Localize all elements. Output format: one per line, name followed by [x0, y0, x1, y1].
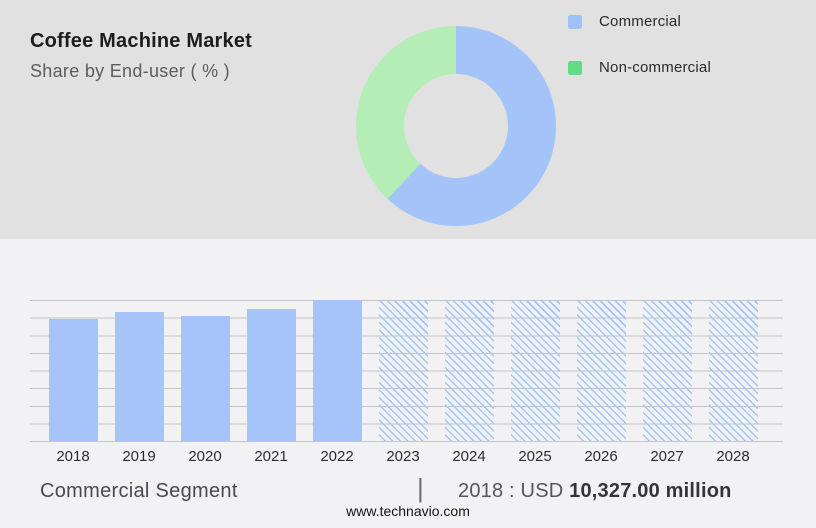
bar-slot [106, 300, 172, 441]
donut-chart [356, 26, 556, 226]
legend-label: Non-commercial [599, 59, 711, 76]
legend-swatch-non-commercial [568, 60, 582, 75]
legend-swatch-commercial [568, 14, 582, 29]
x-axis-label-2019: 2019 [122, 448, 156, 465]
page-title: Coffee Machine Market [30, 30, 253, 52]
bar-2023-forecast [378, 300, 428, 441]
caption-separator: | [417, 473, 424, 503]
bar-slot [634, 300, 700, 441]
x-axis-labels: 2018 2019 2020 2021 2022 2023 2024 2025 2026 2027… [40, 448, 766, 465]
x-axis-label-2022: 2022 [320, 448, 354, 465]
x-axis-label-2018: 2018 [56, 448, 90, 465]
bar-slot [568, 300, 634, 441]
x-axis-label-2028: 2028 [716, 448, 750, 465]
bar-2028-forecast [708, 300, 758, 441]
bar-slot [172, 300, 238, 441]
bar-2026-forecast [576, 300, 626, 441]
page-subtitle: Share by End-user ( % ) [30, 61, 230, 81]
bar-slot [238, 300, 304, 441]
bar-slot [502, 300, 568, 441]
bar-slot [370, 300, 436, 441]
legend-item-non-commercial: Non-commercial [568, 59, 711, 76]
bar-2018 [48, 319, 98, 441]
x-axis-label-2021: 2021 [254, 448, 288, 465]
bar-2022 [312, 300, 362, 441]
x-axis-label-2020: 2020 [188, 448, 222, 465]
legend-label: Commercial [599, 13, 682, 30]
bar-2021 [246, 309, 296, 441]
donut-legend: Commercial Non-commercial [568, 13, 711, 76]
header-panel: Coffee Machine Market Share by End-user … [0, 0, 816, 239]
bar-slot [700, 300, 766, 441]
x-axis-label-2027: 2027 [650, 448, 684, 465]
bar-2025-forecast [510, 300, 560, 441]
x-axis-label-2025: 2025 [518, 448, 552, 465]
bar-series [40, 300, 766, 441]
bar-2027-forecast [642, 300, 692, 441]
bar-slot [304, 300, 370, 441]
legend-item-commercial: Commercial [568, 13, 711, 30]
bar-slot [40, 300, 106, 441]
bar-slot [436, 300, 502, 441]
bar-2020 [180, 315, 230, 441]
bar-2024-forecast [444, 300, 494, 441]
x-axis-label-2026: 2026 [584, 448, 618, 465]
bar-2019 [114, 312, 164, 441]
footer-url[interactable]: www.technavio.com [0, 503, 816, 519]
x-axis-label-2024: 2024 [452, 448, 486, 465]
title-block: Coffee Machine Market Share by End-user … [30, 30, 252, 82]
x-axis-label-2023: 2023 [386, 448, 420, 465]
donut-hole [404, 74, 508, 178]
caption-value-amount: 10,327.00 million [569, 480, 732, 502]
caption-segment-label: Commercial Segment [40, 480, 238, 502]
infographic-canvas: Coffee Machine Market Share by End-user … [0, 0, 816, 528]
caption-value: 2018 : USD 10,327.00 million [458, 480, 732, 503]
caption-value-prefix: 2018 : USD [458, 480, 570, 502]
